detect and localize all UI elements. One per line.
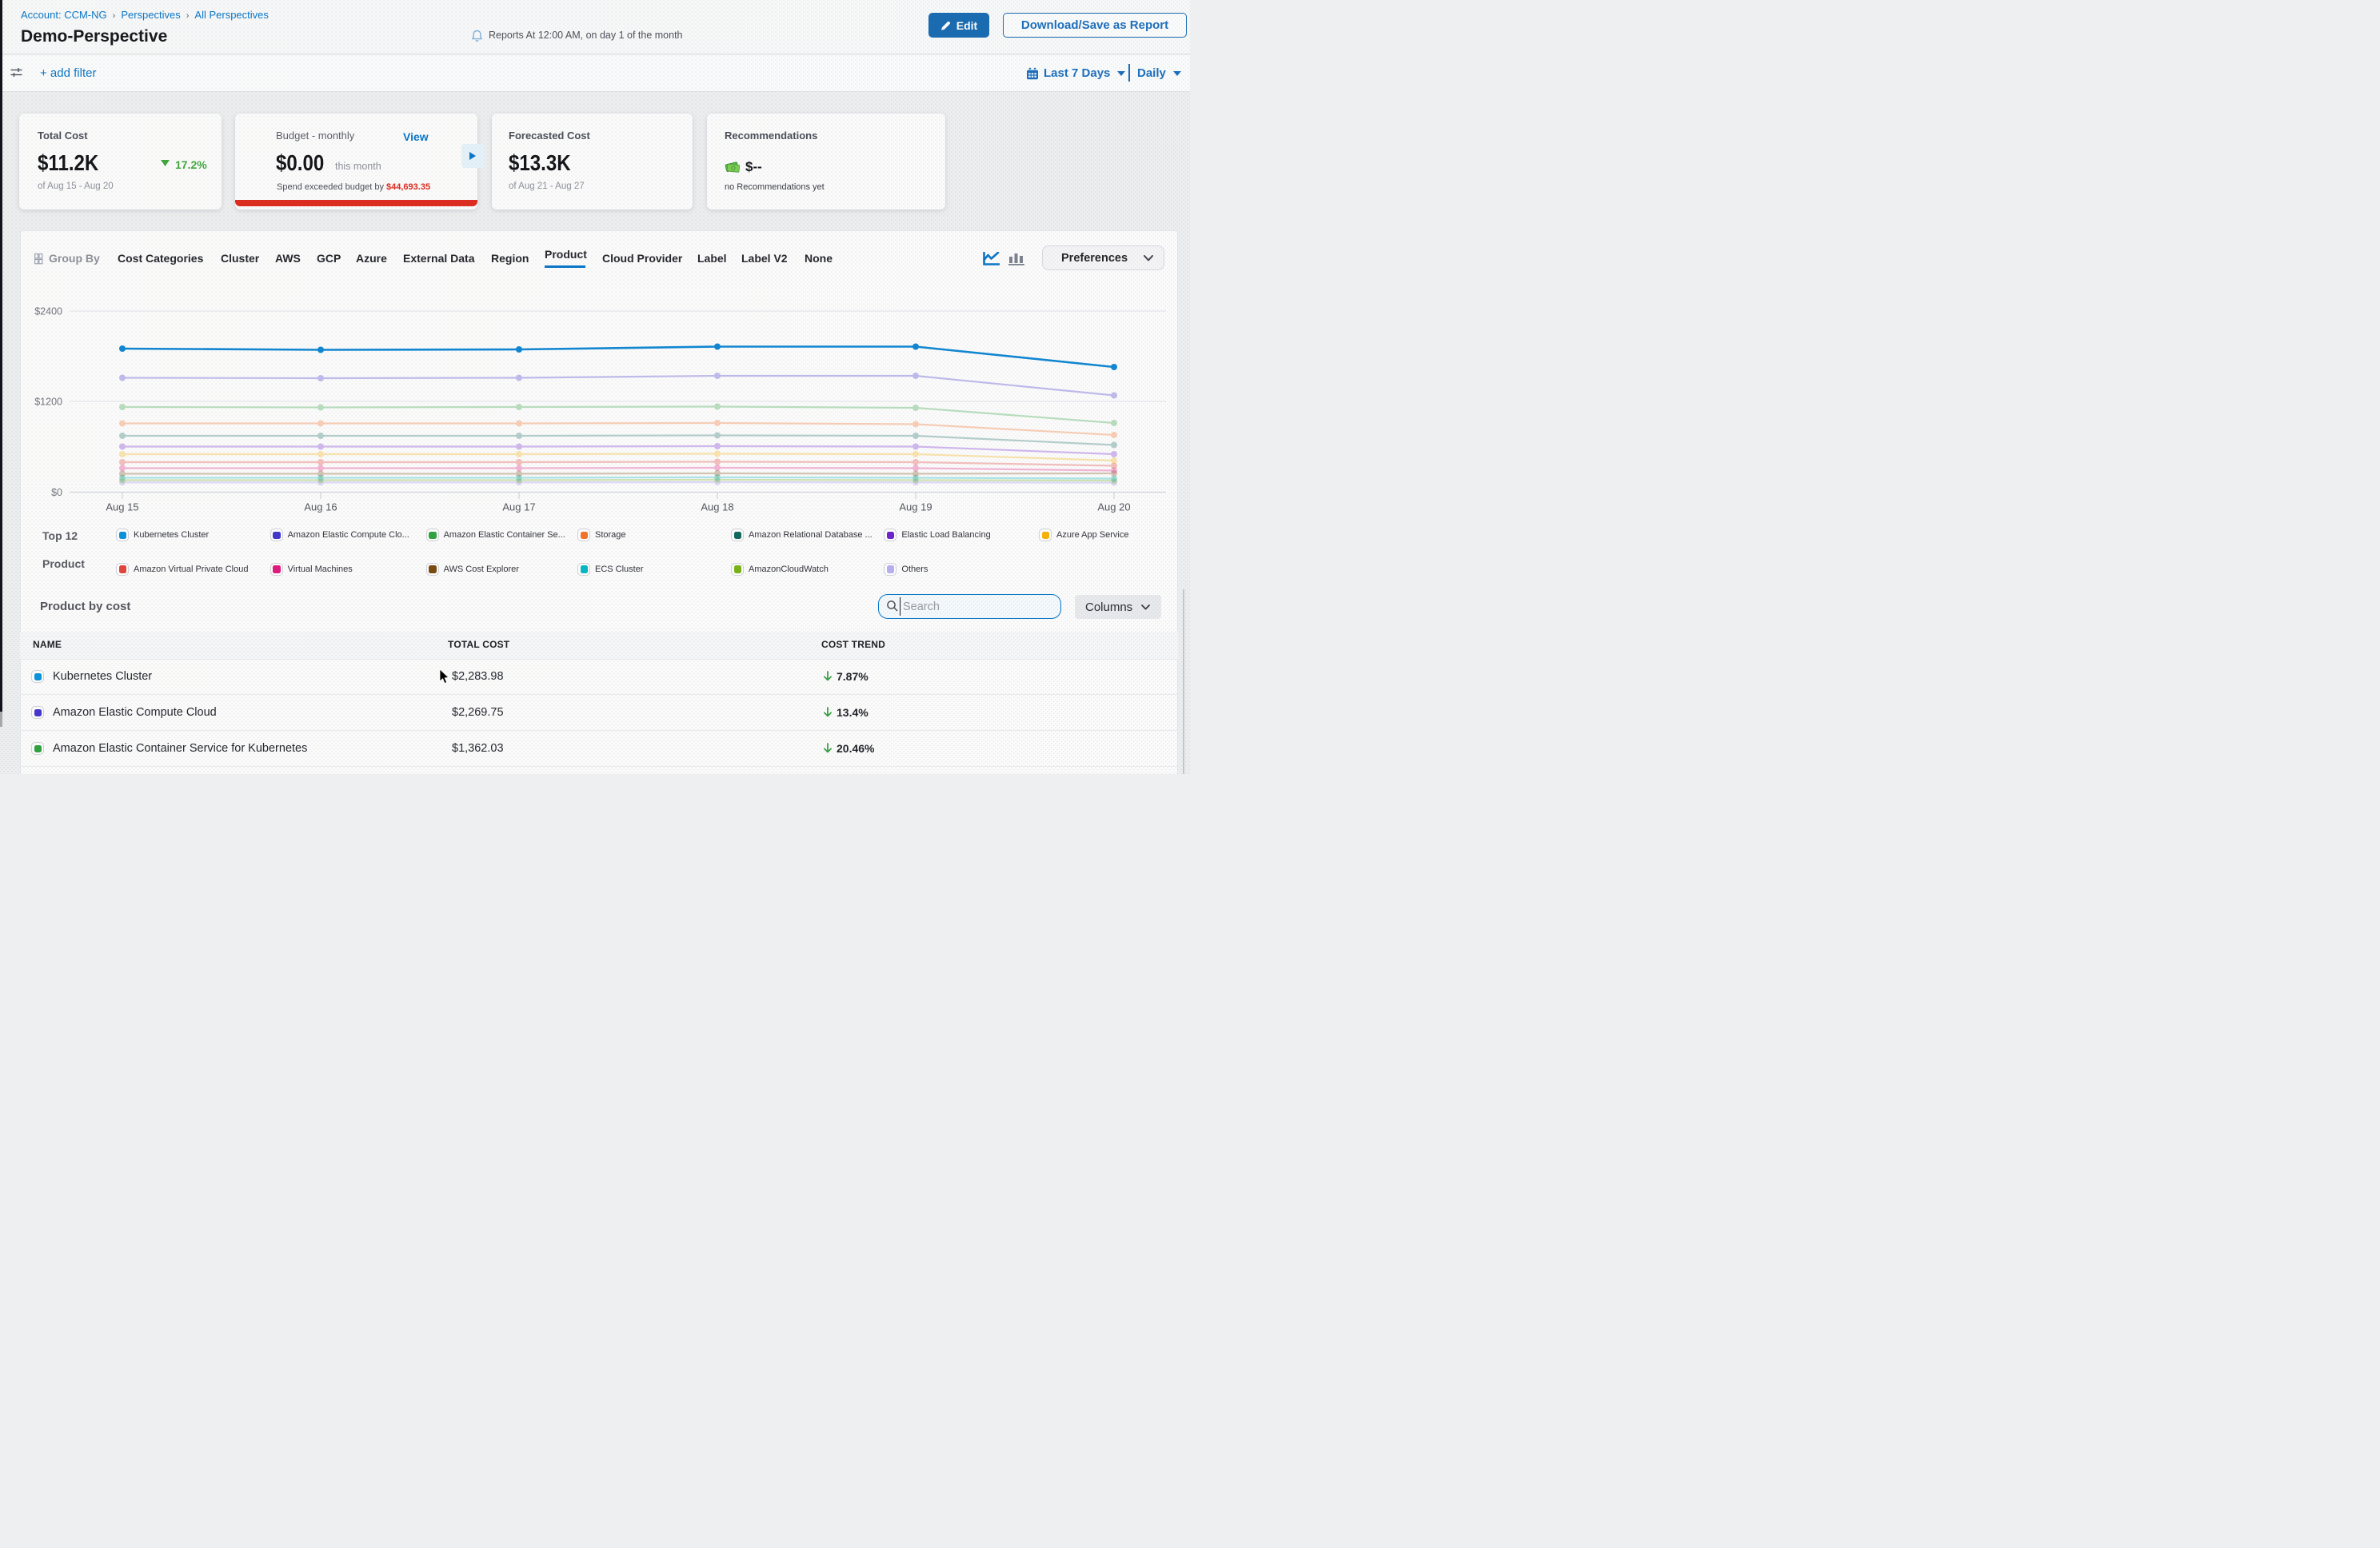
svg-text:$1200: $1200 bbox=[34, 397, 62, 408]
svg-text:Aug 19: Aug 19 bbox=[899, 501, 932, 513]
svg-text:Aug 18: Aug 18 bbox=[701, 501, 733, 513]
svg-text:$2400: $2400 bbox=[34, 306, 62, 317]
svg-text:Aug 20: Aug 20 bbox=[1097, 501, 1130, 513]
svg-text:$0: $0 bbox=[51, 487, 62, 498]
svg-text:Aug 17: Aug 17 bbox=[502, 501, 535, 513]
svg-text:Aug 15: Aug 15 bbox=[106, 501, 138, 513]
svg-text:Aug 16: Aug 16 bbox=[304, 501, 337, 513]
